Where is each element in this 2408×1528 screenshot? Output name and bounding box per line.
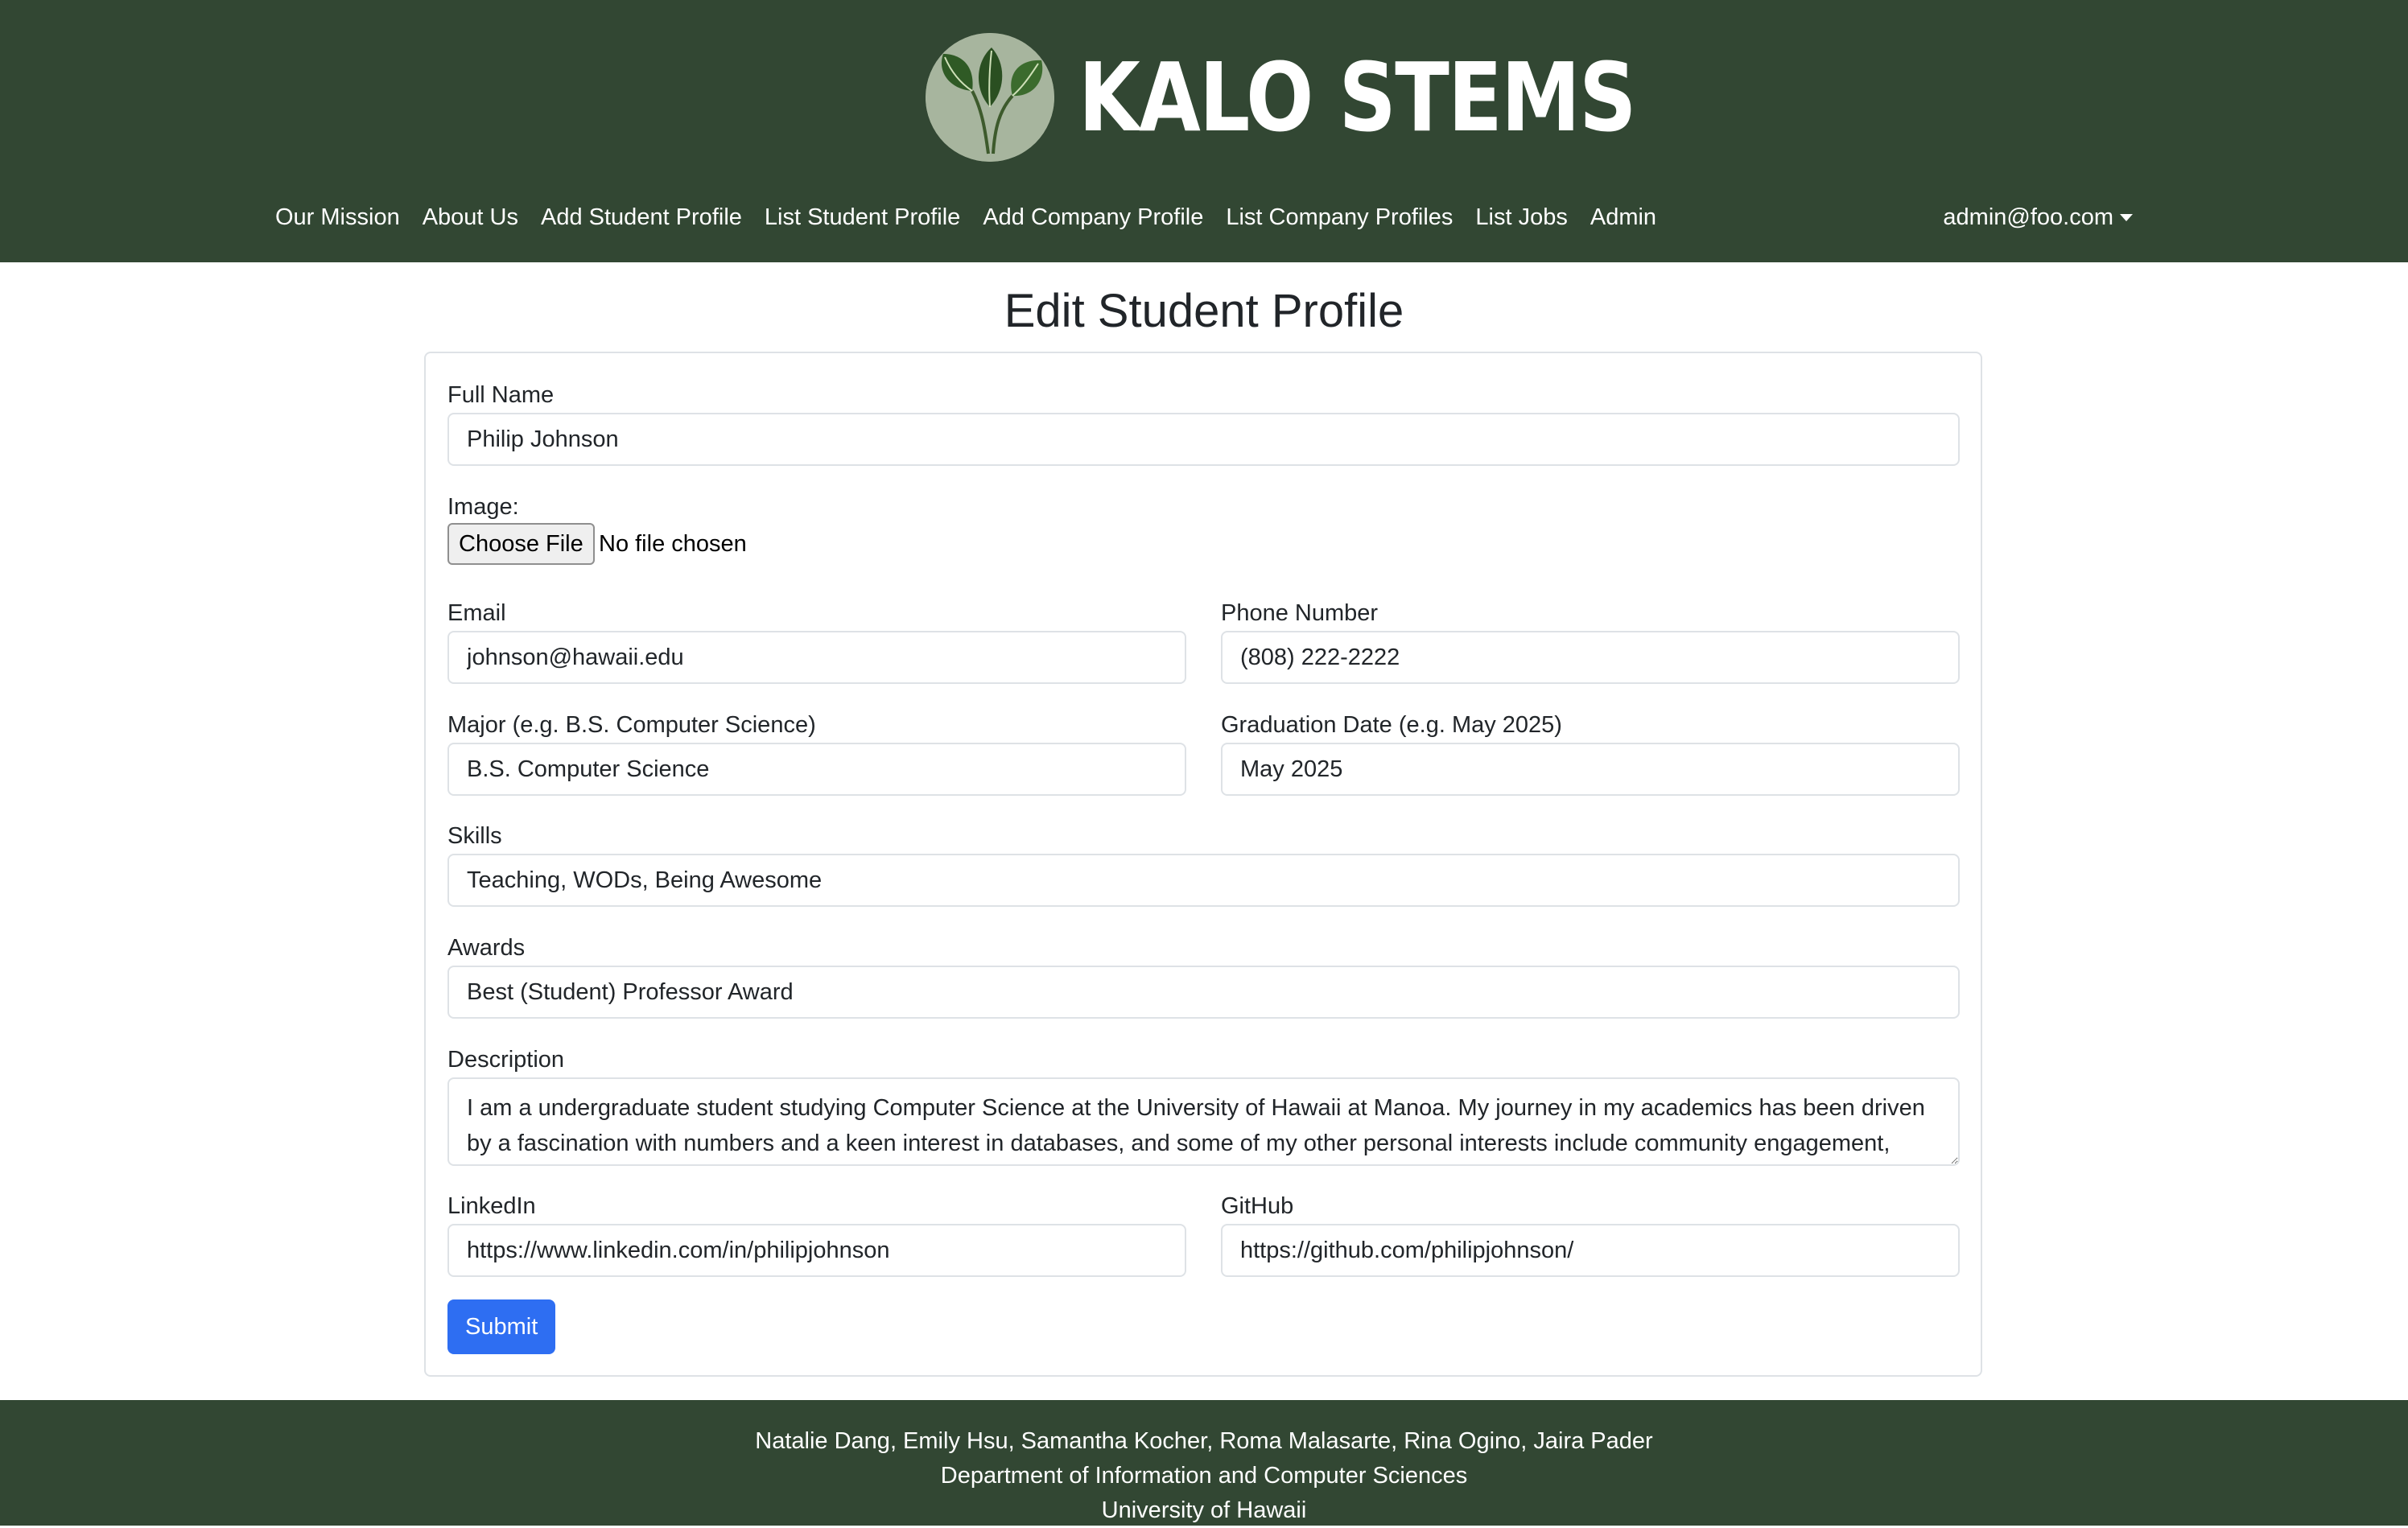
email-label: Email bbox=[447, 600, 506, 626]
nav-list-jobs[interactable]: List Jobs bbox=[1464, 201, 1578, 234]
nav-list-student-profile[interactable]: List Student Profile bbox=[753, 201, 971, 234]
user-dropdown[interactable]: admin@foo.com bbox=[1943, 204, 2133, 231]
file-status: No file chosen bbox=[599, 531, 747, 557]
footer-authors: Natalie Dang, Emily Hsu, Samantha Kocher… bbox=[755, 1428, 1653, 1454]
phone-label: Phone Number bbox=[1221, 600, 1379, 626]
footer-university: University of Hawaii bbox=[1101, 1497, 1307, 1523]
footer-department: Department of Information and Computer S… bbox=[940, 1463, 1468, 1489]
description-label: Description bbox=[447, 1047, 565, 1073]
image-label: Image: bbox=[447, 494, 519, 520]
brand[interactable]: KALO STEMS bbox=[926, 32, 1742, 163]
taro-leaf-logo-icon bbox=[926, 33, 1054, 162]
nav-our-mission[interactable]: Our Mission bbox=[275, 201, 411, 234]
full-name-input[interactable] bbox=[447, 413, 1960, 466]
user-email: admin@foo.com bbox=[1943, 204, 2113, 230]
nav-about-us[interactable]: About Us bbox=[411, 201, 530, 234]
full-name-label: Full Name bbox=[447, 382, 555, 408]
nav-add-student-profile[interactable]: Add Student Profile bbox=[530, 201, 753, 234]
brand-name: KALO STEMS bbox=[1078, 42, 1637, 153]
edit-profile-form: Full Name Image: Choose File No file cho… bbox=[424, 352, 1982, 1377]
linkedin-input[interactable] bbox=[447, 1224, 1186, 1277]
choose-file-button[interactable]: Choose File bbox=[447, 523, 595, 565]
phone-input[interactable] bbox=[1221, 631, 1960, 684]
skills-input[interactable] bbox=[447, 854, 1960, 907]
navbar: KALO STEMS Our Mission About Us Add Stud… bbox=[0, 0, 2408, 262]
caret-down-icon bbox=[2120, 214, 2133, 221]
footer: Natalie Dang, Emily Hsu, Samantha Kocher… bbox=[0, 1400, 2408, 1526]
description-textarea[interactable]: I am a undergraduate student studying Co… bbox=[447, 1077, 1960, 1166]
awards-input[interactable] bbox=[447, 966, 1960, 1019]
page-title: Edit Student Profile bbox=[1004, 285, 1404, 337]
awards-label: Awards bbox=[447, 935, 526, 961]
submit-button[interactable]: Submit bbox=[447, 1299, 556, 1354]
linkedin-label: LinkedIn bbox=[447, 1193, 536, 1219]
github-input[interactable] bbox=[1221, 1224, 1960, 1277]
main-nav: Our Mission About Us Add Student Profile… bbox=[275, 201, 1668, 234]
graduation-label: Graduation Date (e.g. May 2025) bbox=[1221, 712, 1562, 738]
nav-admin[interactable]: Admin bbox=[1579, 201, 1668, 234]
skills-label: Skills bbox=[447, 823, 502, 849]
email-input[interactable] bbox=[447, 631, 1186, 684]
github-label: GitHub bbox=[1221, 1193, 1294, 1219]
graduation-input[interactable] bbox=[1221, 743, 1960, 796]
nav-add-company-profile[interactable]: Add Company Profile bbox=[971, 201, 1214, 234]
nav-list-company-profiles[interactable]: List Company Profiles bbox=[1214, 201, 1464, 234]
major-label: Major (e.g. B.S. Computer Science) bbox=[447, 712, 816, 738]
major-input[interactable] bbox=[447, 743, 1186, 796]
